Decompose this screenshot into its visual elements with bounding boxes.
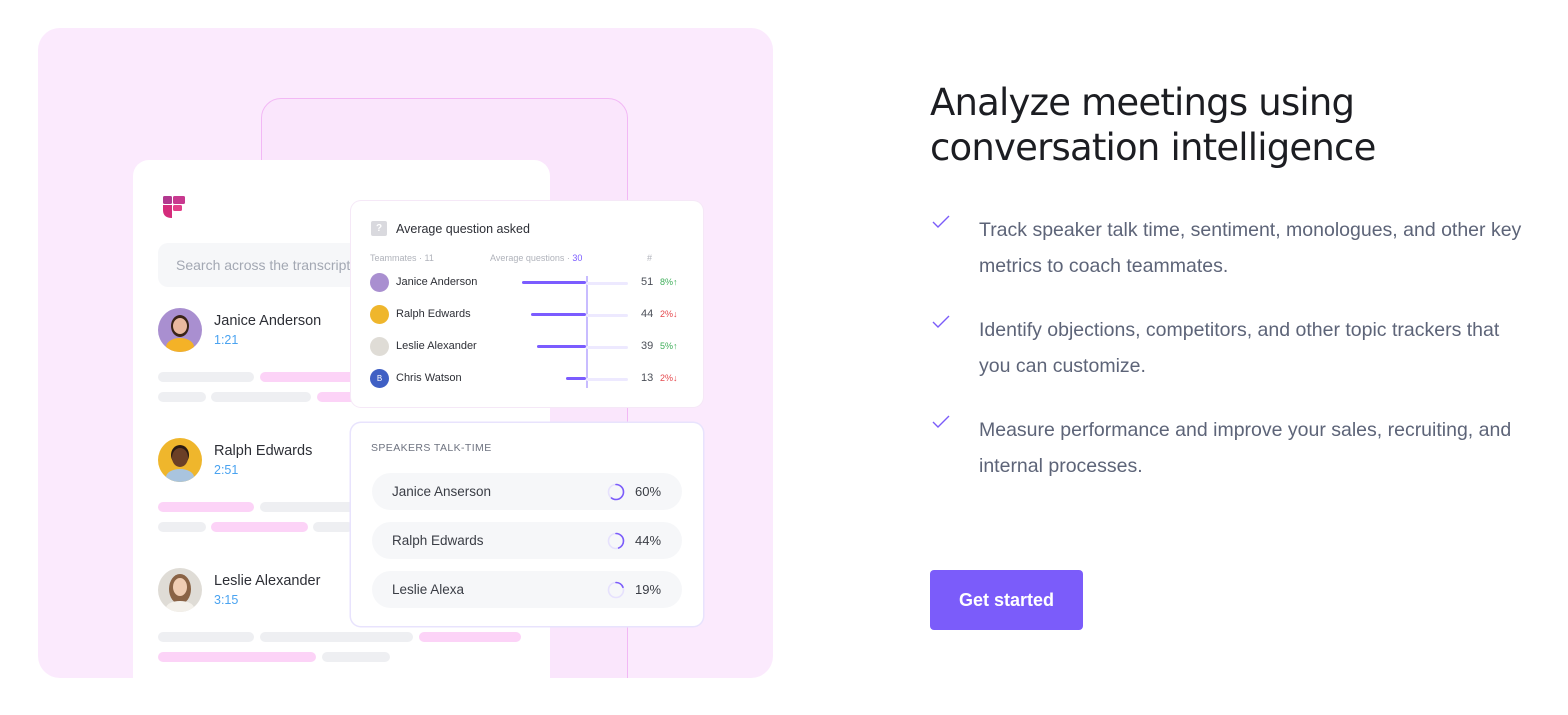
speaker-item[interactable]: Ralph Edwards 2:51 bbox=[158, 438, 312, 482]
skeleton-line bbox=[260, 502, 360, 512]
teammate-name: Leslie Alexander bbox=[396, 340, 477, 352]
speaker-name: Janice Anserson bbox=[392, 484, 492, 499]
skeleton-line bbox=[158, 522, 206, 532]
skeleton-line bbox=[158, 652, 316, 662]
bar-track bbox=[586, 378, 628, 381]
section-heading: Analyze meetings using conversation inte… bbox=[930, 81, 1376, 169]
change-badge: 8%↑ bbox=[660, 277, 678, 287]
question-bar bbox=[522, 281, 586, 284]
check-icon bbox=[932, 415, 950, 428]
arrow-up-icon: ↑ bbox=[673, 341, 678, 351]
avatar bbox=[370, 337, 389, 356]
speaker-name: Ralph Edwards bbox=[214, 443, 313, 459]
speaker-name: Leslie Alexander bbox=[214, 573, 321, 589]
count-header: # bbox=[647, 253, 653, 263]
card-title: SPEAKERS TALK-TIME bbox=[371, 442, 492, 454]
talk-time-percent: 19% bbox=[635, 582, 662, 597]
skeleton-line bbox=[158, 392, 206, 402]
app-logo-icon bbox=[163, 196, 185, 218]
change-badge: 5%↑ bbox=[660, 341, 678, 351]
skeleton-line bbox=[158, 502, 254, 512]
question-row: Ralph Edwards 44 2%↓ bbox=[370, 305, 690, 325]
teammate-name: Ralph Edwards bbox=[396, 308, 471, 320]
bar-track bbox=[586, 282, 628, 285]
avatar bbox=[158, 438, 202, 482]
check-icon bbox=[932, 215, 950, 228]
skeleton-line bbox=[419, 632, 521, 642]
skeleton-line bbox=[211, 522, 308, 532]
check-icon bbox=[932, 315, 950, 328]
avatar bbox=[370, 273, 389, 292]
skeleton-line bbox=[313, 522, 353, 532]
speaker-time: 2:51 bbox=[214, 463, 239, 477]
feature-list: Track speaker talk time, sentiment, mono… bbox=[930, 212, 1530, 512]
avatar bbox=[370, 305, 389, 324]
average-questions-card: ? Average question asked Teammates · 11 … bbox=[351, 201, 703, 407]
question-bar bbox=[530, 313, 586, 316]
feature-item: Track speaker talk time, sentiment, mono… bbox=[930, 212, 1530, 284]
arrow-down-icon: ↓ bbox=[673, 373, 678, 383]
talk-time-percent: 60% bbox=[635, 484, 662, 499]
speaker-name: Leslie Alexa bbox=[392, 582, 465, 597]
talk-time-percent: 44% bbox=[635, 533, 662, 548]
teammate-name: Chris Watson bbox=[396, 372, 462, 384]
feature-item: Identify objections, competitors, and ot… bbox=[930, 312, 1530, 384]
question-bar bbox=[566, 377, 586, 380]
change-badge: 2%↓ bbox=[660, 309, 678, 319]
skeleton-line bbox=[322, 652, 390, 662]
progress-ring-icon bbox=[607, 581, 625, 599]
teammate-name: Janice Anderson bbox=[396, 276, 478, 288]
avatar: B bbox=[370, 369, 389, 388]
speaker-time: 3:15 bbox=[214, 593, 239, 607]
product-showcase: Search across the transcript Janice Ande… bbox=[38, 28, 773, 678]
avatar bbox=[158, 308, 202, 352]
question-icon: ? bbox=[371, 221, 387, 236]
progress-ring-icon bbox=[607, 483, 625, 501]
get-started-button[interactable]: Get started bbox=[930, 570, 1083, 630]
speaker-name: Ralph Edwards bbox=[392, 533, 484, 548]
skeleton-line bbox=[260, 632, 413, 642]
average-value: 30 bbox=[572, 253, 583, 263]
question-count: 13 bbox=[641, 372, 654, 384]
question-row: Janice Anderson 51 8%↑ bbox=[370, 273, 690, 293]
bar-track bbox=[586, 314, 628, 317]
average-label: Average questions · 30 bbox=[490, 253, 583, 263]
question-count: 44 bbox=[641, 308, 654, 320]
speaker-item[interactable]: Janice Anderson 1:21 bbox=[158, 308, 321, 352]
skeleton-line bbox=[211, 392, 311, 402]
skeleton-line bbox=[158, 372, 254, 382]
feature-text: Track speaker talk time, sentiment, mono… bbox=[979, 219, 1522, 277]
question-count: 39 bbox=[641, 340, 654, 352]
speaker-name: Janice Anderson bbox=[214, 313, 322, 329]
talk-time-row: Janice Anserson 60% bbox=[372, 473, 682, 510]
question-row: B Chris Watson 13 2%↓ bbox=[370, 369, 690, 389]
feature-item: Measure performance and improve your sal… bbox=[930, 412, 1530, 484]
skeleton-line bbox=[158, 632, 254, 642]
skeleton-line bbox=[260, 372, 360, 382]
feature-text: Measure performance and improve your sal… bbox=[979, 419, 1512, 477]
speaker-time: 1:21 bbox=[214, 333, 239, 347]
feature-text: Identify objections, competitors, and ot… bbox=[979, 319, 1500, 377]
card-title: Average question asked bbox=[396, 221, 530, 236]
question-row: Leslie Alexander 39 5%↑ bbox=[370, 337, 690, 357]
talk-time-row: Ralph Edwards 44% bbox=[372, 522, 682, 559]
change-badge: 2%↓ bbox=[660, 373, 678, 383]
talk-time-card: SPEAKERS TALK-TIME Janice Anserson 60% Ral… bbox=[351, 423, 703, 626]
question-count: 51 bbox=[641, 276, 654, 288]
arrow-up-icon: ↑ bbox=[673, 277, 678, 287]
progress-ring-icon bbox=[607, 532, 625, 550]
talk-time-row: Leslie Alexa 19% bbox=[372, 571, 682, 608]
avatar bbox=[158, 568, 202, 612]
speaker-item[interactable]: Leslie Alexander 3:15 bbox=[158, 568, 320, 612]
question-bar bbox=[537, 345, 586, 348]
arrow-down-icon: ↓ bbox=[673, 309, 678, 319]
bar-track bbox=[586, 346, 628, 349]
teammates-label: Teammates · 11 bbox=[370, 253, 434, 263]
